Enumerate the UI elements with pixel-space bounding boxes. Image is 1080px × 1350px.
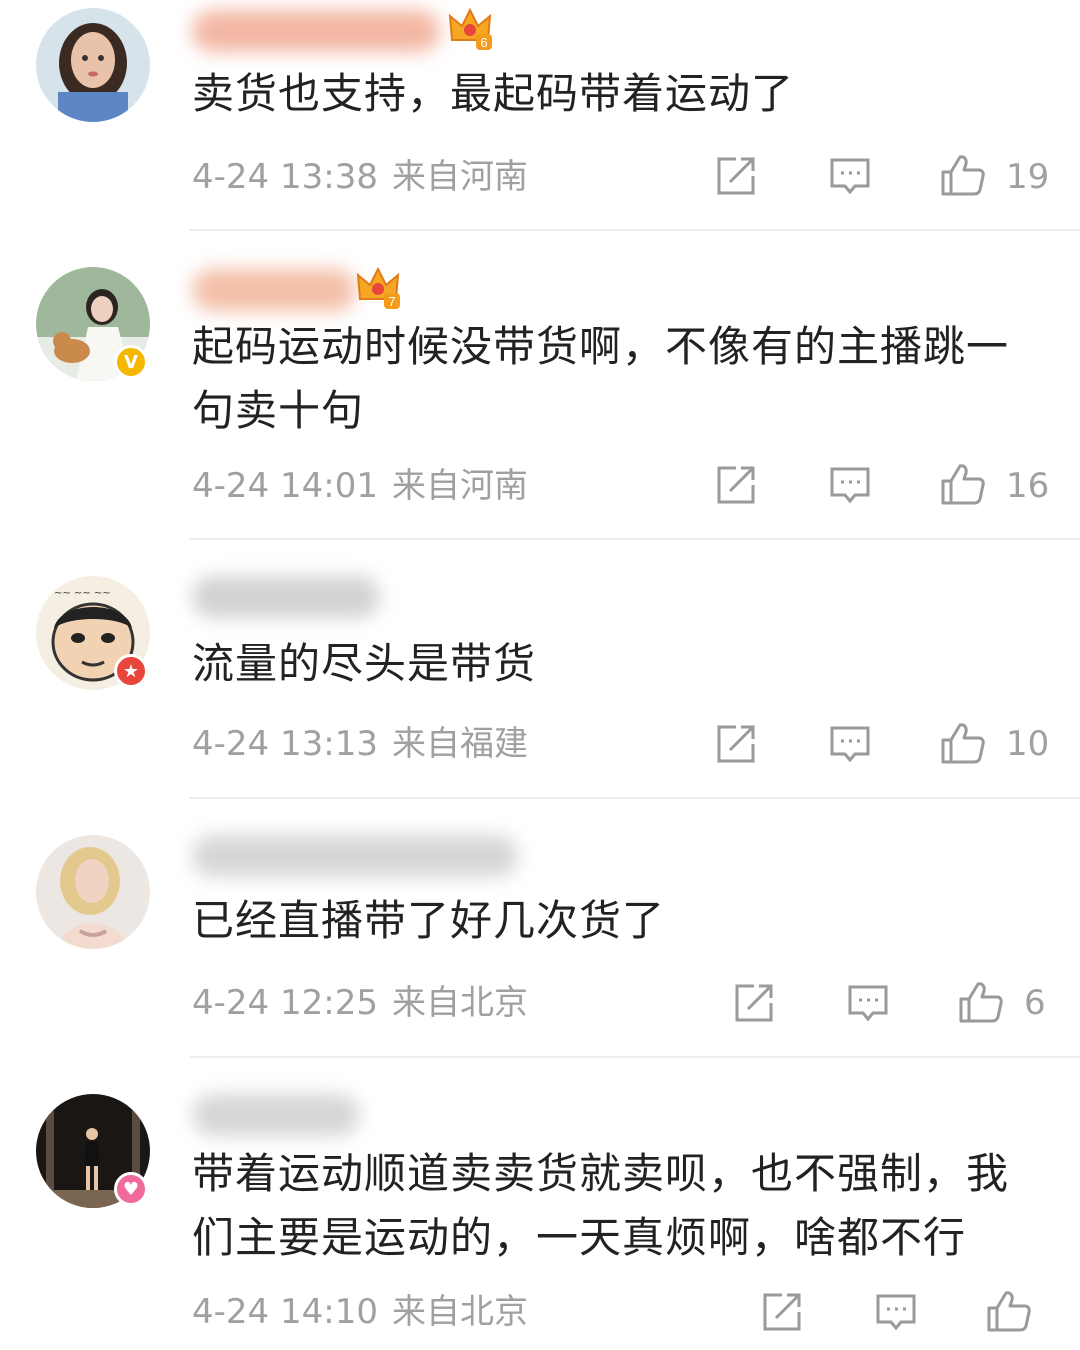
comment-meta: 4-24 13:38 来自河南 — [192, 157, 528, 197]
like-count: 6 — [1024, 983, 1046, 1023]
crown-icon: 6 — [446, 4, 494, 52]
username-blurred[interactable] — [192, 835, 518, 877]
comment-meta: 4-24 12:25 来自北京 — [192, 983, 528, 1023]
comment-meta: 4-24 13:13 来自福建 — [192, 724, 528, 764]
heart-badge: ♥ — [114, 1172, 148, 1206]
username-blurred[interactable] — [192, 1094, 360, 1136]
thumbs-up-icon[interactable] — [986, 1288, 1031, 1332]
username-blurred[interactable] — [192, 576, 380, 618]
comment-text: 带着运动顺道卖卖货就卖呗，也不强制，我们主要是运动的，一天真烦啊，啥都不行 — [192, 1149, 1010, 1262]
comment-icon[interactable] — [874, 1290, 918, 1334]
comment-location: 来自河南 — [391, 157, 528, 197]
comment-text: 卖货也支持，最起码带着运动了 — [192, 69, 795, 118]
comment-item: ♥ 带着运动顺道卖卖货就卖呗，也不强制，我们主要是运动的，一天真烦啊，啥都不行 … — [0, 1058, 1080, 1350]
comment-item: 6 卖货也支持，最起码带着运动了 4-24 13:38 来自河南 19 — [0, 0, 1080, 230]
comment-time: 4-24 13:13 — [192, 724, 378, 764]
comment-icon[interactable] — [828, 463, 872, 507]
comment-icon[interactable] — [846, 981, 890, 1025]
comment-location: 来自福建 — [391, 724, 528, 764]
share-icon[interactable] — [714, 154, 758, 198]
comment-icon[interactable] — [828, 722, 872, 766]
avatar[interactable] — [36, 8, 150, 122]
like-count: 19 — [1006, 157, 1050, 197]
comment-item: 已经直播带了好几次货了 4-24 12:25 来自北京 6 — [0, 799, 1080, 1057]
star-badge: ★ — [114, 654, 148, 688]
username-blurred[interactable] — [192, 269, 356, 311]
crown-level: 6 — [480, 35, 487, 50]
svg-text:~~ ~~ ~~: ~~ ~~ ~~ — [54, 588, 111, 599]
comment-time: 4-24 13:38 — [192, 157, 378, 197]
share-icon[interactable] — [714, 463, 758, 507]
thumbs-up-icon[interactable] — [940, 461, 985, 505]
thumbs-up-icon[interactable] — [940, 720, 985, 764]
comment-time: 4-24 14:01 — [192, 466, 378, 506]
comment-time: 4-24 14:10 — [192, 1292, 378, 1332]
crown-icon: 7 — [354, 263, 402, 311]
comment-time: 4-24 12:25 — [192, 983, 378, 1023]
comment-location: 来自河南 — [391, 466, 528, 506]
username-blurred[interactable] — [192, 10, 440, 52]
share-icon[interactable] — [760, 1290, 804, 1334]
verified-badge: V — [114, 345, 148, 379]
comment-item: V 7 起码运动时候没带货啊，不像有的主播跳一句卖十句 4-24 14:01 来自… — [0, 231, 1080, 539]
comment-meta: 4-24 14:01 来自河南 — [192, 466, 528, 506]
comment-text: 已经直播带了好几次货了 — [192, 896, 666, 945]
like-count: 10 — [1006, 724, 1050, 764]
comment-text: 流量的尽头是带货 — [192, 639, 537, 688]
thumbs-up-icon[interactable] — [940, 152, 985, 196]
share-icon[interactable] — [714, 722, 758, 766]
avatar[interactable] — [36, 835, 150, 949]
comment-icon[interactable] — [828, 154, 872, 198]
comment-item: ~~ ~~ ~~ ★ 流量的尽头是带货 4-24 13:13 来自福建 10 — [0, 540, 1080, 798]
comment-text: 起码运动时候没带货啊，不像有的主播跳一句卖十句 — [192, 322, 1010, 435]
share-icon[interactable] — [732, 981, 776, 1025]
comment-location: 来自北京 — [391, 1292, 528, 1332]
comment-location: 来自北京 — [391, 983, 528, 1023]
comment-meta: 4-24 14:10 来自北京 — [192, 1292, 528, 1332]
thumbs-up-icon[interactable] — [958, 979, 1003, 1023]
like-count: 16 — [1006, 466, 1050, 506]
crown-level: 7 — [388, 294, 395, 309]
